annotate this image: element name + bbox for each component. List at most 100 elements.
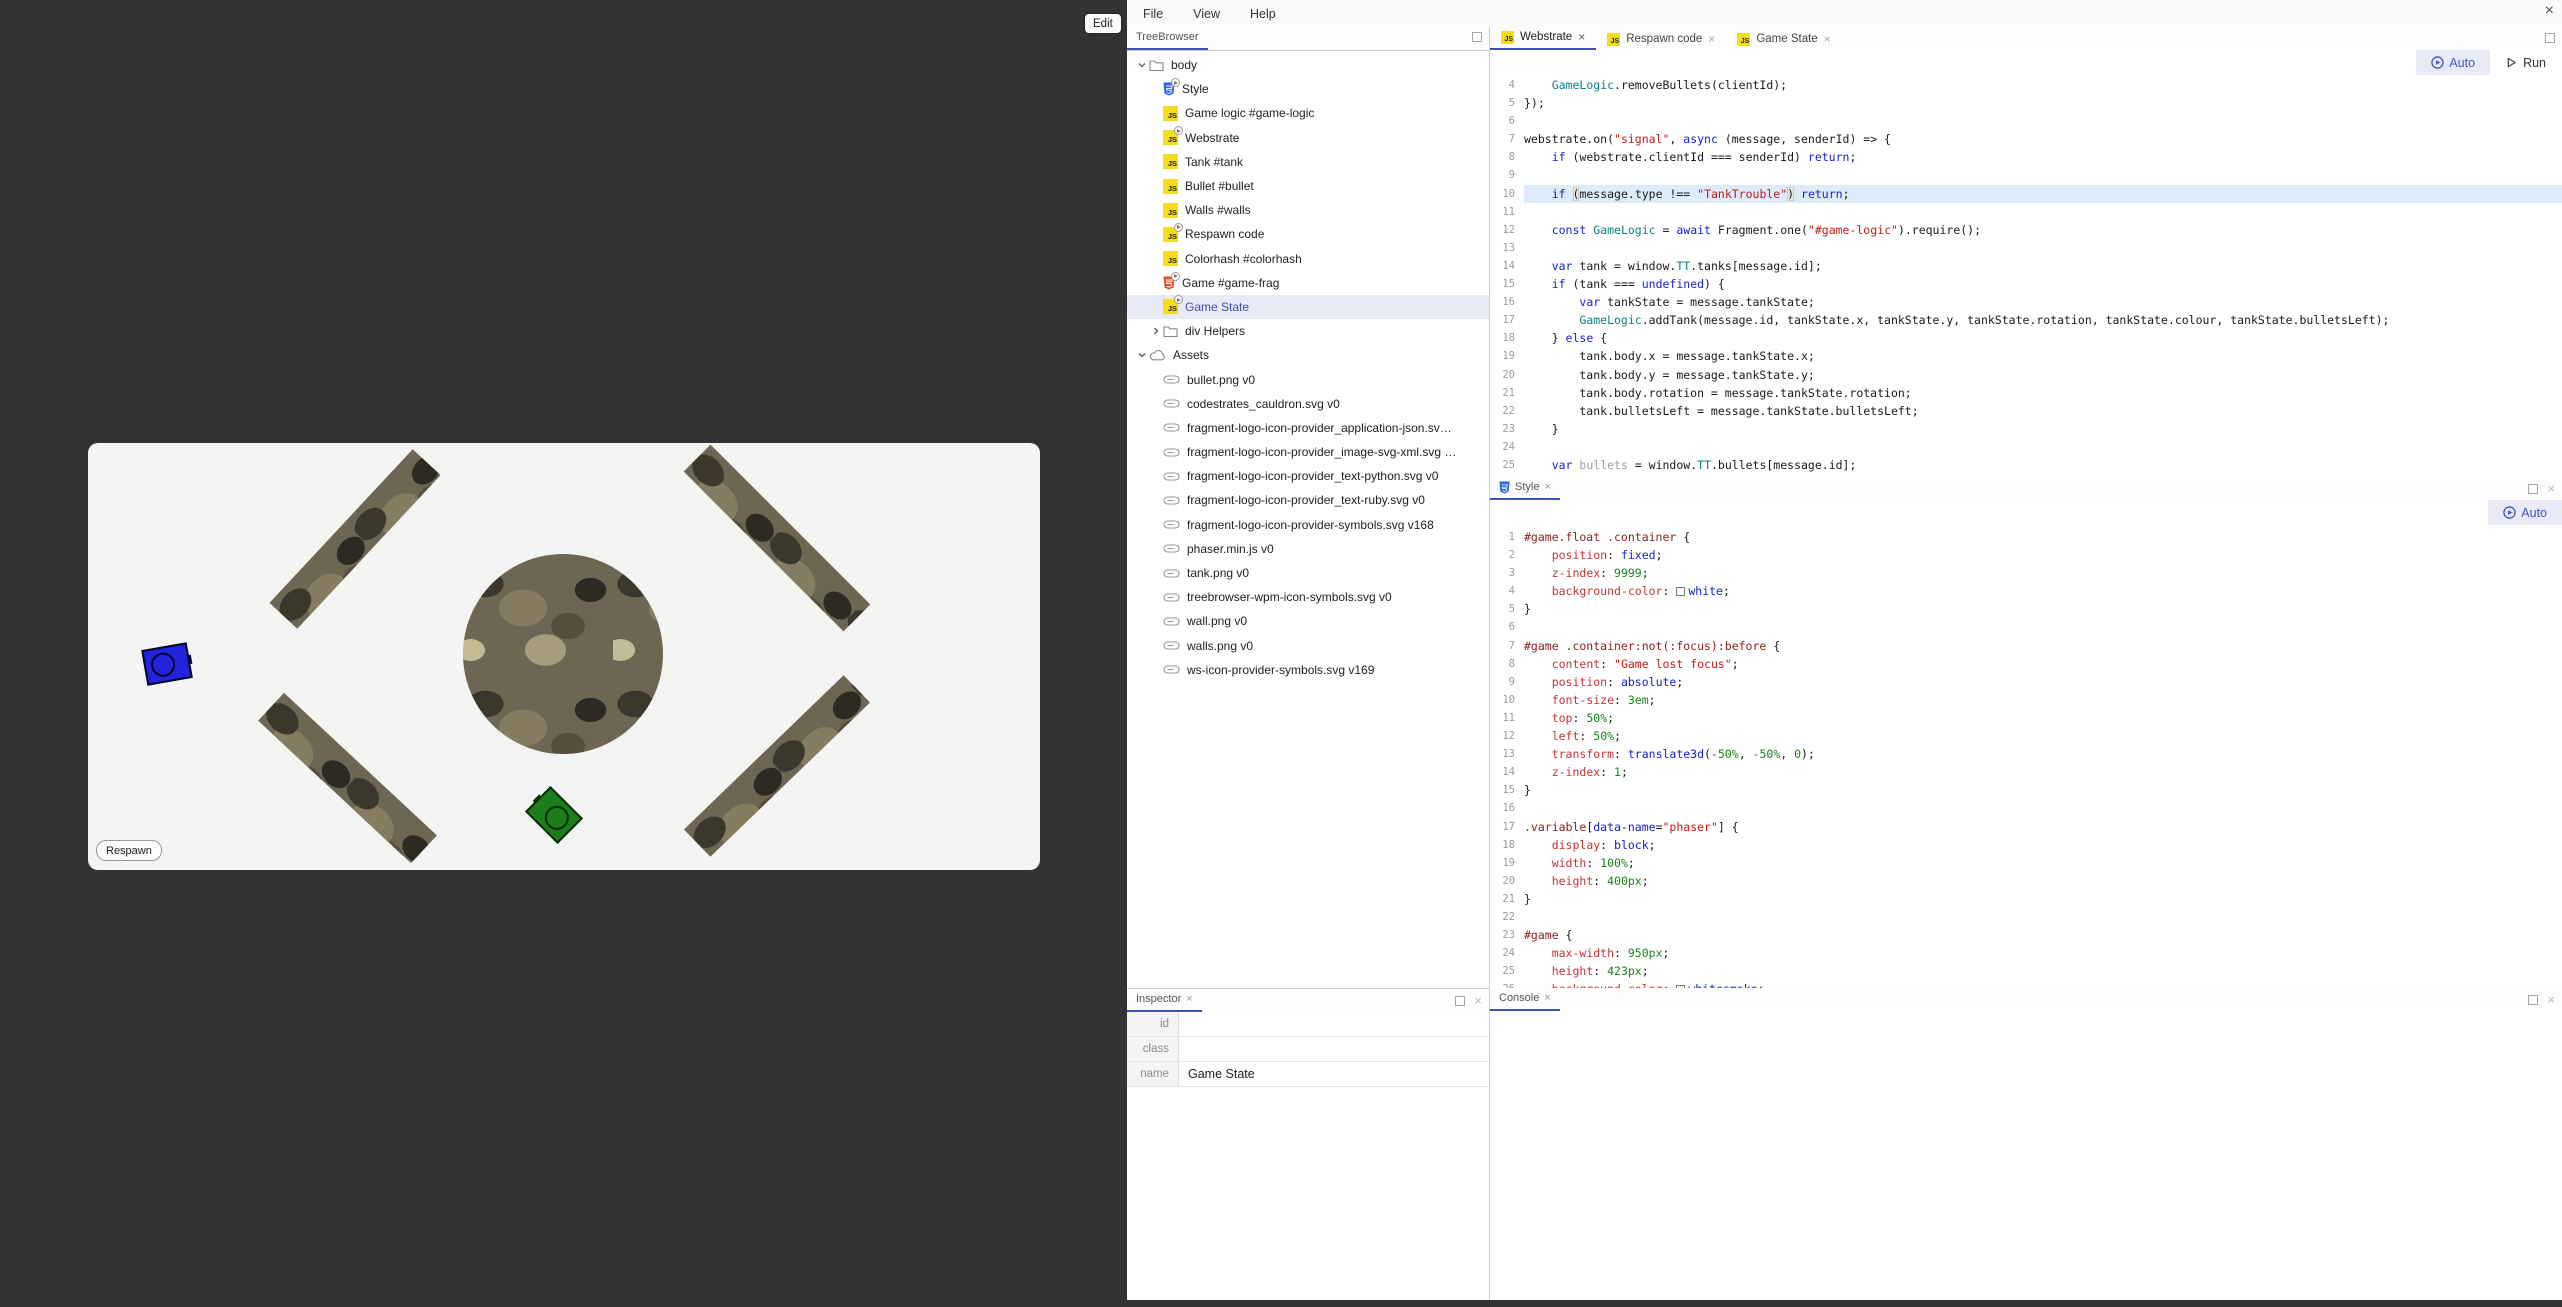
tree-item-walls-png-v0[interactable]: walls.png v0 — [1127, 634, 1489, 658]
tree-item-phaser-min-js-v0[interactable]: phaser.min.js v0 — [1127, 537, 1489, 561]
js-icon: JS — [1163, 202, 1178, 218]
tree-item-codestrates-cauldron-svg-v0[interactable]: codestrates_cauldron.svg v0 — [1127, 392, 1489, 416]
game-canvas[interactable]: Respawn — [88, 443, 1040, 870]
css-line-3: 3 z-index: 9999; — [1490, 564, 2562, 582]
line-number: 22 — [1502, 404, 1515, 417]
respawn-button[interactable]: Respawn — [96, 840, 162, 861]
menu-file[interactable]: File — [1143, 7, 1163, 21]
tab-close-icon[interactable]: × — [1578, 30, 1585, 44]
style-auto-button[interactable]: Auto — [2488, 500, 2562, 525]
console-maximize-icon[interactable] — [2528, 994, 2539, 1005]
menu-help[interactable]: Help — [1250, 7, 1276, 21]
menu-view[interactable]: View — [1193, 7, 1220, 21]
inspector-table: id class name Game State — [1127, 1012, 1489, 1087]
inspector-value[interactable] — [1178, 1012, 1489, 1036]
inspector-label: name — [1127, 1062, 1178, 1086]
inspector-maximize-icon[interactable] — [1455, 995, 1466, 1006]
console-panel-close-icon[interactable]: × — [2547, 993, 2555, 1006]
tree-item-assets[interactable]: Assets — [1127, 343, 1489, 367]
tree-item-label: Webstrate — [1185, 130, 1240, 145]
js-auto-button[interactable]: Auto — [2416, 50, 2491, 75]
tree-item-game-state[interactable]: JS Game State — [1127, 294, 1489, 320]
js-code-editor[interactable]: 4 GameLogic.removeBullets(clientId); 5});… — [1490, 75, 2562, 478]
line-content: tank.body.x = message.tankState.x; — [1524, 349, 1815, 364]
tree-item-ws-icon-provider-symbols-svg-v169[interactable]: ws-icon-provider-symbols.svg v169 — [1127, 658, 1489, 682]
tree-item-game-game-frag[interactable]: Game #game-frag — [1127, 271, 1489, 295]
tab-close-icon[interactable]: × — [1824, 32, 1831, 46]
auto-play-icon — [2503, 506, 2517, 519]
tree-item-label: wall.png v0 — [1187, 614, 1248, 629]
tree-item-webstrate[interactable]: JS Webstrate — [1127, 126, 1489, 150]
tree-item-fragment-logo-icon-provider-text-ruby-svg-v0[interactable]: fragment-logo-icon-provider_text-ruby.sv… — [1127, 488, 1489, 512]
tree-item-label: Style — [1182, 82, 1209, 97]
editor-tabbar: JS Webstrate × JS Respawn code × JS Game State × — [1490, 27, 2562, 51]
line-content: display: block; — [1551, 837, 1656, 852]
tree-item-respawn-code[interactable]: JS Respawn code — [1127, 222, 1489, 246]
inspector-tab[interactable]: Inspector × — [1127, 988, 1202, 1012]
tree-item-style[interactable]: Style — [1127, 77, 1489, 101]
console-output[interactable] — [1490, 1011, 2562, 1300]
line-content: GameLogic.addTank(message.id, tankState.… — [1579, 313, 2390, 328]
css-line-16: 16 — [1490, 799, 2562, 817]
wall-bar-bottom-left — [258, 692, 437, 864]
tree-item-body[interactable]: body — [1127, 53, 1489, 77]
tree-item-div-helpers[interactable]: div Helpers — [1127, 319, 1489, 343]
line-number: 17 — [1502, 820, 1515, 833]
tab-close-icon[interactable]: × — [1708, 32, 1715, 46]
inspector-value[interactable]: Game State — [1178, 1062, 1489, 1086]
tab-webstrate[interactable]: JS Webstrate × — [1490, 26, 1597, 50]
paperclip-icon — [1163, 375, 1180, 384]
tree-item-label: Walls #walls — [1185, 203, 1251, 218]
treebrowser-tab[interactable]: TreeBrowser — [1127, 26, 1208, 50]
css-line-9: 9 position: absolute; — [1490, 673, 2562, 691]
inspector-value[interactable] — [1178, 1037, 1489, 1061]
tree-item-fragment-logo-icon-provider-image-svg-xml-svg[interactable]: fragment-logo-icon-provider_image-svg-xm… — [1127, 440, 1489, 464]
window-close-icon[interactable]: × — [2545, 3, 2554, 19]
treebrowser-maximize-icon[interactable] — [1472, 32, 1482, 42]
tree-item-treebrowser-wpm-icon-symbols-svg-v0[interactable]: treebrowser-wpm-icon-symbols.svg v0 — [1127, 585, 1489, 609]
chevron-right-icon[interactable] — [1149, 326, 1163, 336]
tab-game-state[interactable]: JS Game State × — [1726, 28, 1841, 50]
css-line-21: 21} — [1490, 890, 2562, 908]
console-tab[interactable]: Console × — [1490, 987, 1560, 1011]
tree-item-tank-png-v0[interactable]: tank.png v0 — [1127, 561, 1489, 585]
tree-item-bullet-bullet[interactable]: JS Bullet #bullet — [1127, 174, 1489, 198]
asset-icon — [1163, 448, 1180, 457]
css-line-1: 1 #game.float .container { — [1490, 528, 2562, 546]
tree-item-wall-png-v0[interactable]: wall.png v0 — [1127, 609, 1489, 633]
style-tab[interactable]: Style × — [1490, 476, 1560, 500]
chevron-down-icon[interactable] — [1135, 60, 1149, 70]
tree-item-game-logic-game-logic[interactable]: JS Game logic #game-logic — [1127, 101, 1489, 125]
tree-item-tank-tank[interactable]: JS Tank #tank — [1127, 150, 1489, 174]
chevron-down-icon[interactable] — [1135, 350, 1149, 360]
css-line-4: 4 background-color: white; — [1490, 582, 2562, 600]
tree-item-fragment-logo-icon-provider-application-json-sv[interactable]: fragment-logo-icon-provider_application-… — [1127, 416, 1489, 440]
paperclip-icon — [1163, 496, 1180, 505]
js-run-button[interactable]: Run — [2490, 50, 2562, 75]
editor-maximize-icon[interactable] — [2545, 33, 2555, 43]
menu-bar: File View Help × — [1127, 0, 2562, 28]
style-close-icon[interactable]: × — [1544, 481, 1550, 493]
console-header: Console × × — [1490, 988, 2562, 1012]
tree-item-walls-walls[interactable]: JS Walls #walls — [1127, 198, 1489, 222]
css-line-18: 18 display: block; — [1490, 836, 2562, 854]
css-code-editor[interactable]: 1 #game.float .container {2 position: fix… — [1490, 525, 2562, 991]
paperclip-icon — [1163, 399, 1180, 408]
console-close-icon[interactable]: × — [1544, 992, 1550, 1004]
tree-item-bullet-png-v0[interactable]: bullet.png v0 — [1127, 367, 1489, 391]
tree-item-label: Colorhash #colorhash — [1185, 251, 1302, 266]
js-icon: JS — [1163, 178, 1178, 194]
inspector-panel-close-icon[interactable]: × — [1474, 994, 1482, 1007]
tree-item-fragment-logo-icon-provider-symbols-svg-v168[interactable]: fragment-logo-icon-provider-symbols.svg … — [1127, 513, 1489, 537]
js-icon: JS — [1607, 32, 1621, 46]
tree-item-colorhash-colorhash[interactable]: JS Colorhash #colorhash — [1127, 247, 1489, 271]
autorun-badge-icon — [1174, 295, 1183, 305]
style-panel-close-icon[interactable]: × — [2547, 482, 2555, 495]
style-maximize-icon[interactable] — [2528, 483, 2539, 494]
edit-button[interactable]: Edit — [1085, 14, 1121, 33]
tab-respawn-code[interactable]: JS Respawn code × — [1596, 28, 1726, 50]
tree-item-fragment-logo-icon-provider-text-python-svg-v0[interactable]: fragment-logo-icon-provider_text-python.… — [1127, 464, 1489, 488]
inspector-close-icon[interactable]: × — [1186, 993, 1192, 1005]
line-content: var tankState = message.tankState; — [1579, 295, 1815, 310]
line-number: 8 — [1508, 151, 1515, 164]
